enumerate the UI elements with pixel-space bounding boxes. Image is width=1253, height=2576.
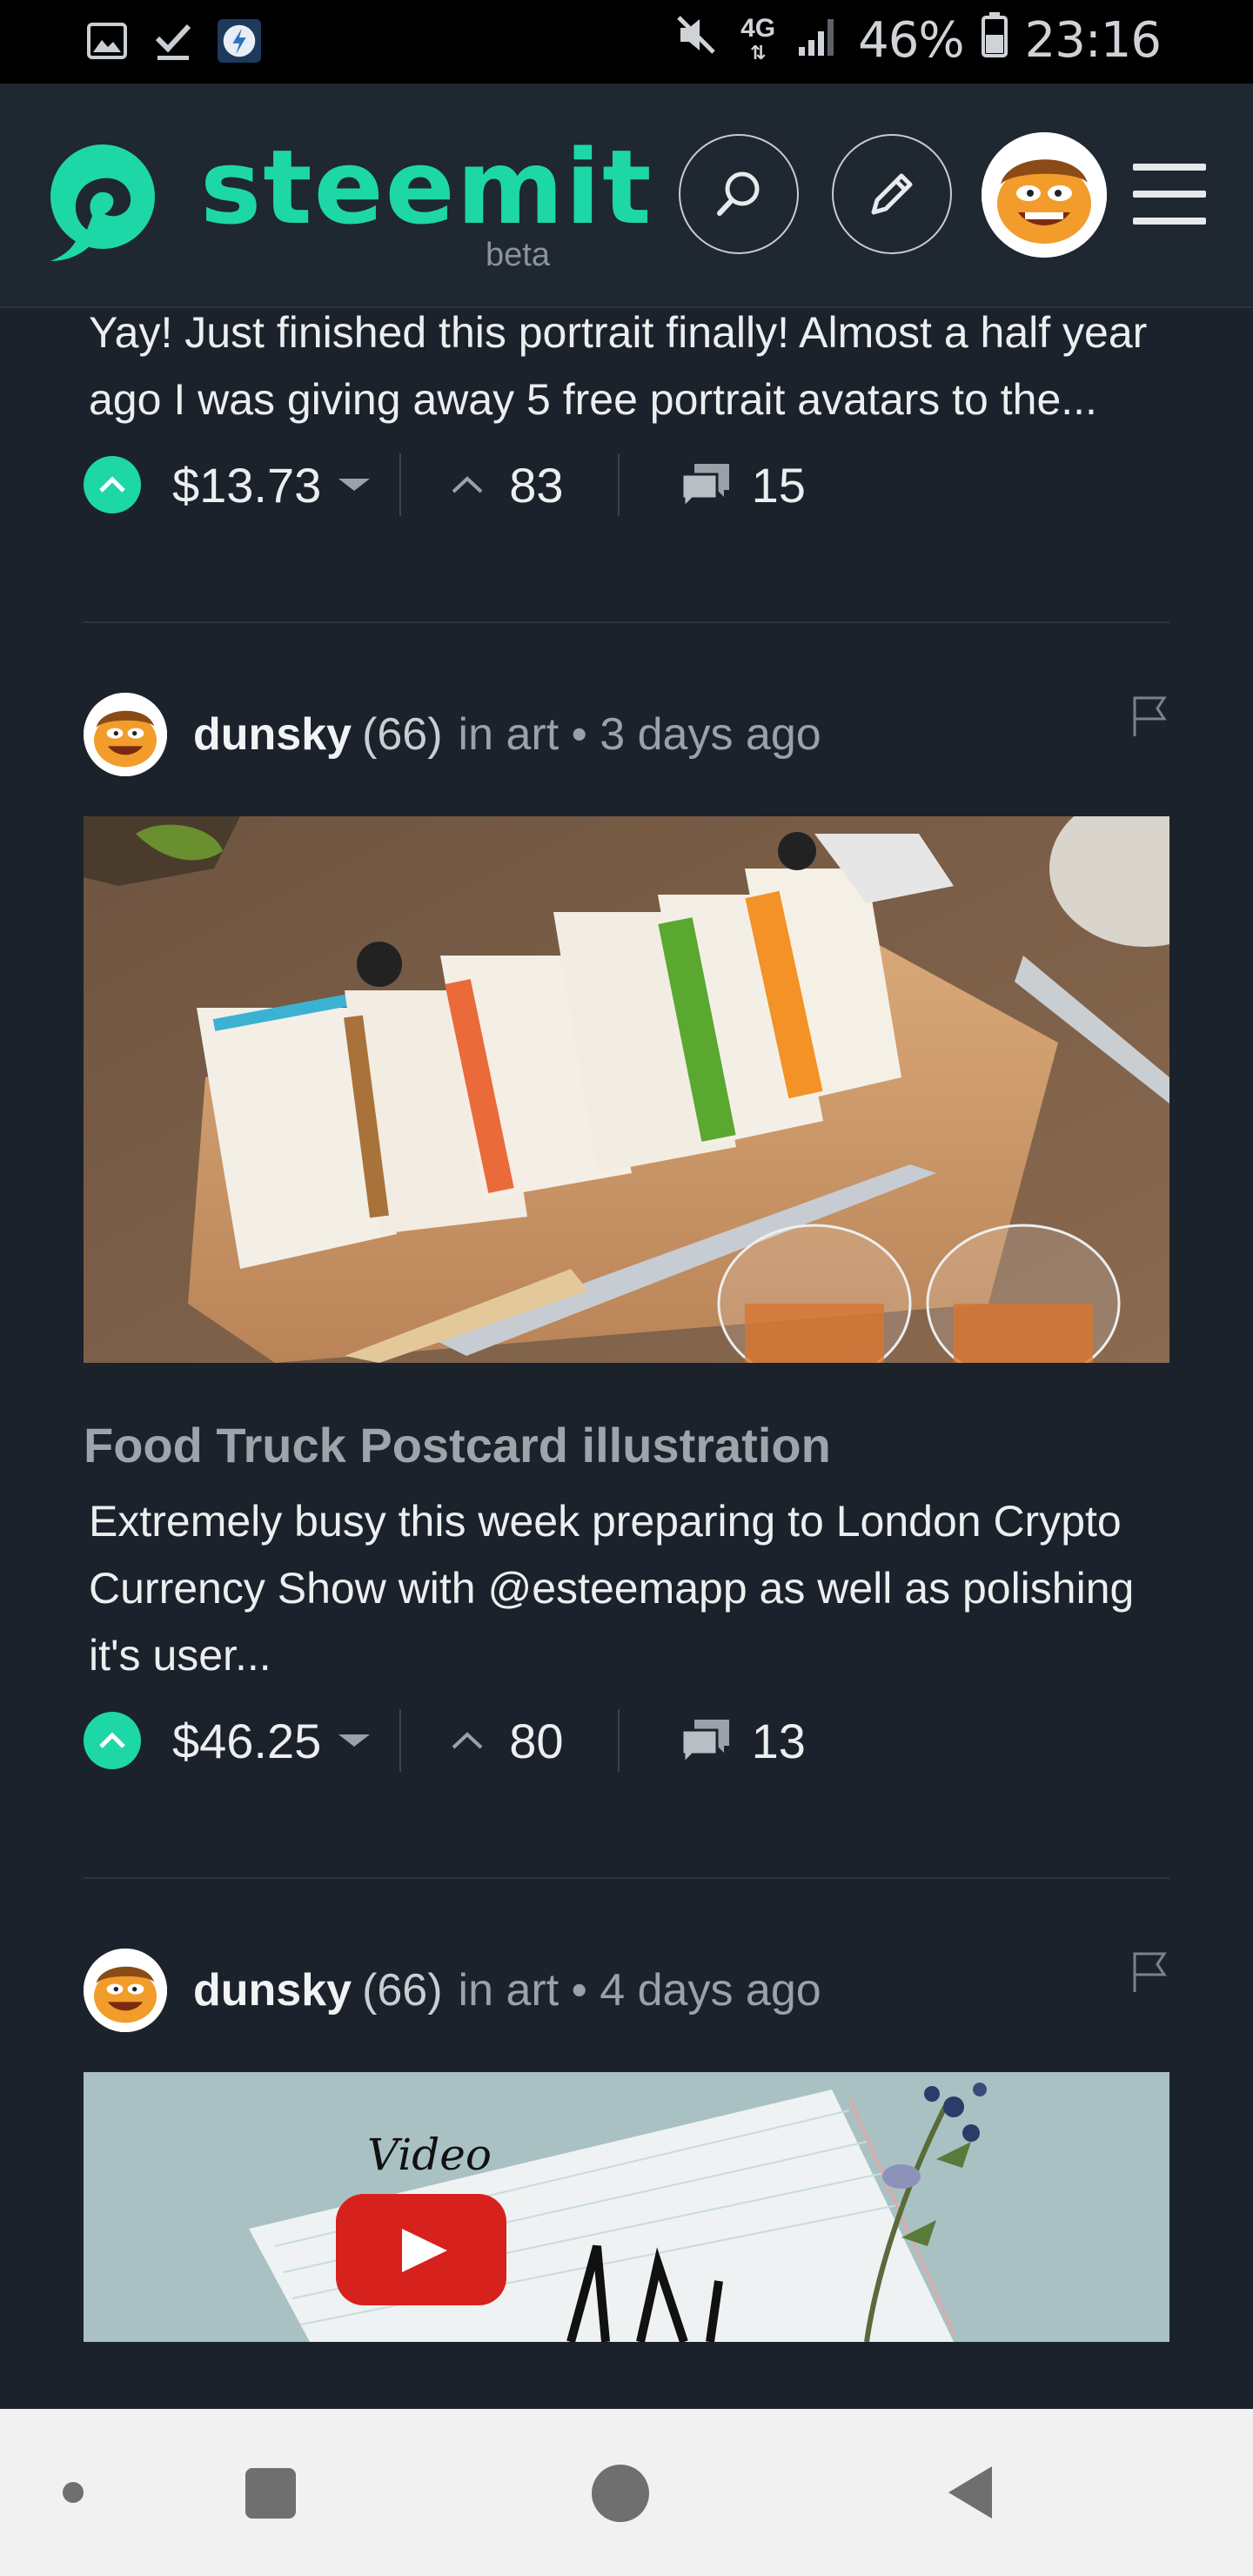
app-icon [218, 19, 261, 63]
post-stats: $13.73 83 15 [84, 446, 1169, 524]
comment-count: 13 [751, 1713, 806, 1768]
post-title[interactable]: Food Truck Postcard illustration [84, 1417, 1169, 1474]
gallery-icon [85, 19, 129, 63]
payout-dropdown-icon[interactable] [338, 1734, 371, 1747]
post-summary-previous: Yay! Just finished this portrait finally… [84, 299, 1169, 524]
divider [617, 453, 620, 516]
app-header: steemit beta [0, 84, 1253, 308]
author-reputation: (66) [362, 709, 443, 760]
divider [399, 453, 402, 516]
logo-text[interactable]: steemit [200, 136, 653, 238]
post-snippet[interactable]: Extremely busy this week preparing to Lo… [84, 1488, 1169, 1689]
upvote-icon [99, 1732, 125, 1748]
search-button[interactable] [679, 134, 799, 254]
vote-count: 80 [509, 1713, 564, 1768]
search-icon [717, 171, 760, 216]
post-feed: Yay! Just finished this portrait finally… [84, 308, 1169, 2342]
author-name[interactable]: dunsky [193, 708, 352, 761]
author-name[interactable]: dunsky [193, 1964, 352, 2016]
download-done-icon [151, 19, 195, 63]
comments-button[interactable]: 15 [679, 457, 806, 513]
divider [399, 1709, 402, 1772]
signal-icon [797, 12, 841, 69]
author-reputation: (66) [362, 1965, 443, 2016]
payout-dropdown-icon[interactable] [338, 479, 371, 491]
flag-icon [1133, 1952, 1167, 1992]
post-summary: dunsky (66) in art • 4 days ago Video [84, 1947, 1169, 2342]
network-icon: 4G ⇅ [740, 13, 776, 64]
flag-button[interactable] [1131, 1950, 1169, 1994]
clock: 23:16 [1024, 12, 1162, 69]
post-category-time[interactable]: in art • 3 days ago [459, 708, 821, 761]
vote-count: 83 [509, 457, 564, 513]
chevron-up-icon [452, 1732, 483, 1749]
battery-icon [981, 12, 1008, 69]
post-category-time[interactable]: in art • 4 days ago [459, 1964, 821, 2016]
voters-button[interactable]: 80 [450, 1713, 564, 1769]
upvote-button[interactable] [84, 456, 141, 513]
steemit-logo-icon[interactable] [35, 132, 165, 263]
comment-count: 15 [751, 457, 806, 513]
flag-icon [1133, 696, 1167, 736]
status-bar: 4G ⇅ 46% 23:16 [0, 0, 1253, 84]
comment-icon [680, 1720, 729, 1765]
upvote-icon [99, 476, 125, 493]
menu-icon [1133, 164, 1206, 171]
comments-button[interactable]: 13 [679, 1713, 806, 1769]
post-thumbnail[interactable]: Video [84, 2072, 1169, 2342]
network-label: 4G [740, 13, 776, 43]
author-avatar[interactable] [84, 693, 167, 776]
post-header: dunsky (66) in art • 3 days ago [84, 691, 1169, 778]
nav-dot-icon[interactable] [63, 2482, 84, 2503]
post-thumbnail[interactable] [84, 816, 1169, 1363]
voters-button[interactable]: 83 [450, 457, 564, 513]
beta-label: beta [486, 237, 550, 273]
pencil-icon [871, 173, 913, 215]
submit-post-button[interactable] [832, 134, 952, 254]
mute-icon [673, 12, 719, 69]
author-avatar[interactable] [84, 1949, 167, 2032]
upvote-button[interactable] [84, 1712, 141, 1769]
menu-button[interactable] [1133, 164, 1206, 225]
divider [617, 1709, 620, 1772]
home-button[interactable] [592, 2465, 649, 2522]
post-header: dunsky (66) in art • 4 days ago [84, 1947, 1169, 2034]
flag-button[interactable] [1131, 694, 1169, 738]
user-avatar[interactable] [982, 132, 1107, 258]
post-snippet[interactable]: Yay! Just finished this portrait finally… [84, 299, 1169, 433]
post-stats: $46.25 80 13 [84, 1701, 1169, 1780]
chevron-up-icon [452, 476, 483, 493]
image-caption: Video [367, 2130, 492, 2180]
system-nav-bar [0, 2409, 1253, 2576]
post-divider [84, 1877, 1169, 1879]
post-divider [84, 621, 1169, 623]
recent-apps-button[interactable] [245, 2468, 296, 2519]
post-summary: dunsky (66) in art • 3 days ago Food Tru… [84, 691, 1169, 1780]
comment-icon [680, 464, 729, 509]
back-button[interactable] [948, 2466, 992, 2519]
payout-value[interactable]: $13.73 [172, 457, 321, 513]
battery-percent: 46% [858, 12, 964, 69]
payout-value[interactable]: $46.25 [172, 1713, 321, 1769]
